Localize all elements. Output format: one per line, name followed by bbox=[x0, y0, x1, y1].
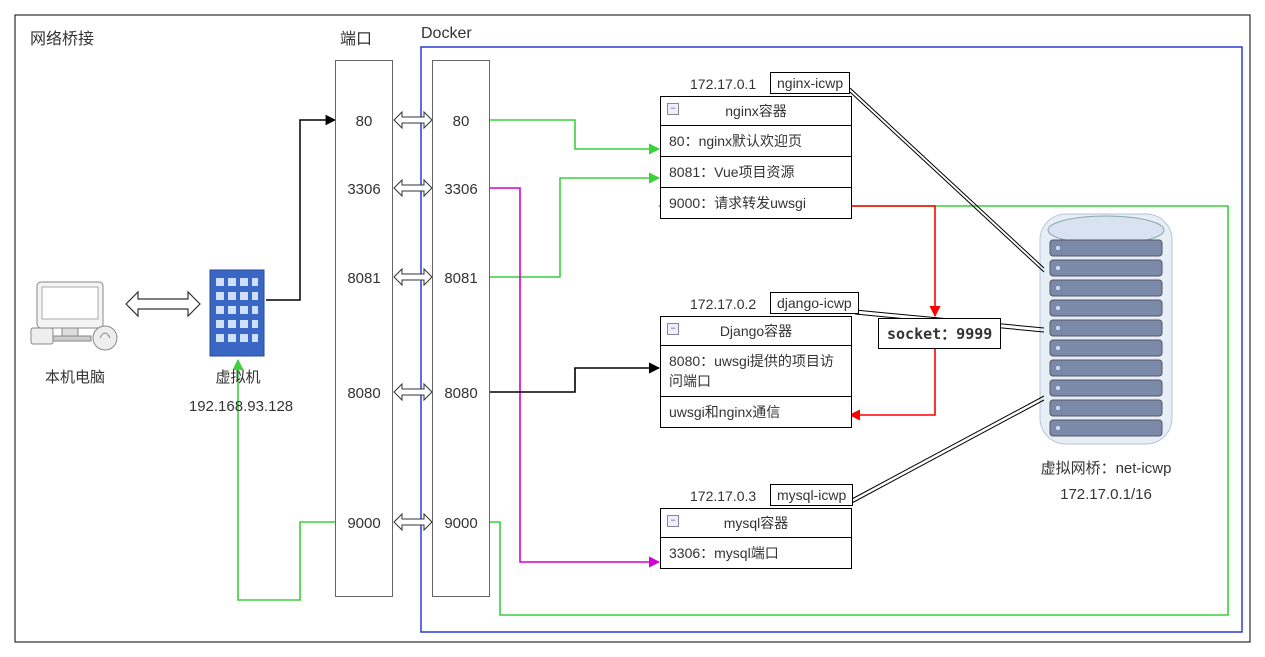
svg-underlay bbox=[0, 0, 1265, 657]
docker-port-80: 80 bbox=[433, 113, 489, 130]
mysql-container: − mysql容器 3306：mysql端口 bbox=[660, 508, 852, 569]
host-port-9000: 9000 bbox=[336, 515, 392, 532]
socket-box: socket：9999 bbox=[878, 318, 1001, 349]
label-virtual-bridge-ip: 172.17.0.1/16 bbox=[1016, 486, 1196, 503]
diagram-root: 网络桥接 端口 Docker 本机电脑 虚拟机 192.168.93.128 虚… bbox=[0, 0, 1265, 657]
label-vm-ip: 192.168.93.128 bbox=[176, 398, 306, 415]
django-title-row: − Django容器 bbox=[661, 317, 851, 346]
django-name-tag: django-icwp bbox=[770, 292, 859, 314]
label-ports: 端口 bbox=[340, 25, 372, 49]
nginx-row-80: 80：nginx默认欢迎页 bbox=[661, 126, 851, 156]
django-title: Django容器 bbox=[720, 323, 792, 339]
host-port-3306: 3306 bbox=[336, 181, 392, 198]
mysql-ip: 172.17.0.3 bbox=[690, 488, 756, 504]
port-column-docker: 80 3306 8081 8080 9000 bbox=[432, 60, 490, 597]
mysql-title-row: − mysql容器 bbox=[661, 509, 851, 538]
collapse-icon[interactable]: − bbox=[667, 103, 679, 115]
docker-port-9000: 9000 bbox=[433, 515, 489, 532]
label-vm: 虚拟机 bbox=[202, 366, 274, 387]
nginx-title-row: − nginx容器 bbox=[661, 97, 851, 126]
label-docker: Docker bbox=[421, 25, 472, 43]
host-port-80: 80 bbox=[336, 113, 392, 130]
mysql-row-3306: 3306：mysql端口 bbox=[661, 538, 851, 568]
django-ip: 172.17.0.2 bbox=[690, 296, 756, 312]
port-column-host: 80 3306 8081 8080 9000 bbox=[335, 60, 393, 597]
django-row-uwsgi: uwsgi和nginx通信 bbox=[661, 396, 851, 427]
nginx-name-tag: nginx-icwp bbox=[770, 72, 850, 94]
nginx-ip: 172.17.0.1 bbox=[690, 76, 756, 92]
nginx-row-9000: 9000：请求转发uwsgi bbox=[661, 187, 851, 218]
django-row-8080: 8080：uwsgi提供的项目访问端口 bbox=[661, 346, 851, 396]
django-container: − Django容器 8080：uwsgi提供的项目访问端口 uwsgi和ngi… bbox=[660, 316, 852, 428]
mysql-name-tag: mysql-icwp bbox=[770, 484, 853, 506]
mysql-title: mysql容器 bbox=[724, 515, 789, 531]
label-local-pc: 本机电脑 bbox=[35, 366, 115, 387]
nginx-title: nginx容器 bbox=[725, 103, 786, 119]
nginx-row-8081: 8081：Vue项目资源 bbox=[661, 156, 851, 187]
docker-port-8080: 8080 bbox=[433, 385, 489, 402]
collapse-icon[interactable]: − bbox=[667, 323, 679, 335]
nginx-container: − nginx容器 80：nginx默认欢迎页 8081：Vue项目资源 900… bbox=[660, 96, 852, 219]
host-port-8081: 8081 bbox=[336, 270, 392, 287]
docker-port-3306: 3306 bbox=[433, 181, 489, 198]
pc-icon bbox=[31, 282, 117, 350]
docker-port-8081: 8081 bbox=[433, 270, 489, 287]
server-icon bbox=[1040, 214, 1172, 444]
collapse-icon[interactable]: − bbox=[667, 515, 679, 527]
label-network-bridge: 网络桥接 bbox=[30, 25, 94, 49]
vm-icon bbox=[210, 270, 264, 356]
host-port-8080: 8080 bbox=[336, 385, 392, 402]
label-virtual-bridge: 虚拟网桥：net-icwp bbox=[1016, 457, 1196, 478]
